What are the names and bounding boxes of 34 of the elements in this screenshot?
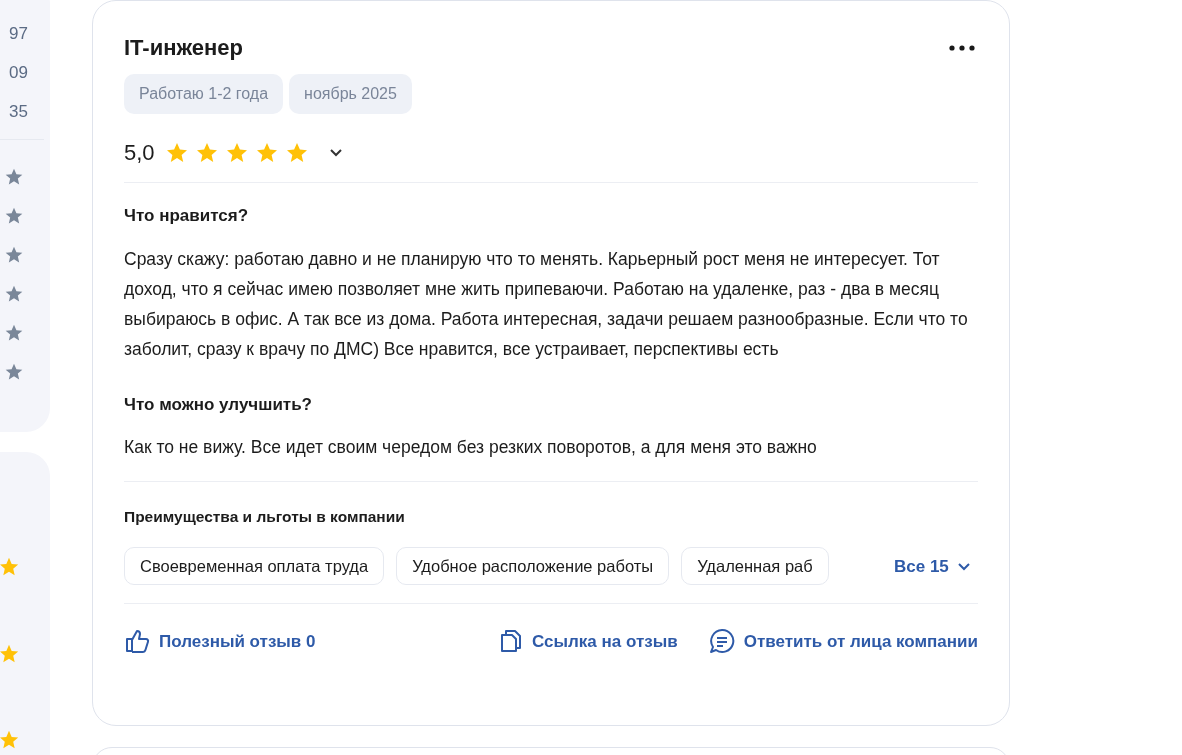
count-text: 35: [9, 101, 28, 123]
review-text: Как то не вижу. Все идет своим чередом без резких поворотов, а для меня это важно: [124, 436, 818, 459]
more-icon[interactable]: [949, 45, 975, 51]
star-icon: [0, 643, 20, 665]
chat-icon: [708, 628, 735, 655]
thumbs-up-icon: [124, 628, 150, 655]
benefit-chip: Своевременная оплата труда: [124, 547, 385, 586]
star-icon: [4, 167, 24, 187]
count-text: 09: [9, 62, 28, 84]
star-icon: [4, 245, 24, 265]
chevron-icon[interactable]: [328, 147, 343, 158]
star-icon: [0, 729, 20, 751]
tag: Работаю 1-2 года: [124, 74, 284, 114]
review-link[interactable]: Ссылка на отзыв: [499, 628, 678, 655]
benefit-chip: Удаленная раб: [681, 547, 829, 586]
reply-link[interactable]: Ответить от лица компании: [708, 628, 978, 655]
star-icon: [0, 556, 20, 578]
helpful-link[interactable]: Полезный отзыв 0: [124, 628, 316, 655]
tag: ноябрь 2025: [289, 74, 412, 114]
review-title: IT-инженер: [124, 34, 243, 62]
star-icon: [4, 206, 24, 226]
benefits-heading: Преимущества и льготы в компании: [124, 507, 406, 527]
star-icon: [4, 362, 24, 382]
rating-value: 5,0: [124, 139, 155, 167]
show-all-button[interactable]: Все 15: [894, 553, 971, 579]
review-text: Сразу скажу: работаю давно и не планирую что то менять. Карьерный рост меня не интересует. Тот доход, что я сейчас имею позволяет мне жить припеваючи. Работаю на удаленке, раз - два в месяц выбираюсь в офис. А так все из дома. Работа интересная, задачи решаем разнообразные. Если что то заболит, сразу к врачу по ДМС) Все нравится, все устраивает, перспективы есть: [124, 247, 969, 361]
star-icon: [4, 323, 24, 343]
section-heading: Что можно улучшить?: [124, 393, 313, 416]
count-text: 97: [9, 23, 28, 45]
copy-icon: [499, 628, 524, 655]
chevron-icon: [956, 561, 971, 571]
benefit-chip: Удобное расположение работы: [396, 547, 670, 586]
star-icon: [4, 284, 24, 304]
section-heading: Что нравится?: [124, 205, 250, 227]
